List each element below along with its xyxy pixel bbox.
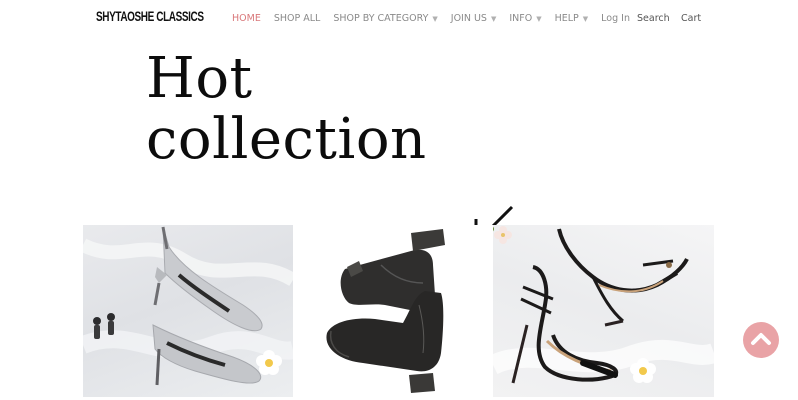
- nav-item-help[interactable]: HELP ▼: [555, 13, 589, 24]
- nav-item-log-in[interactable]: Log In: [601, 13, 630, 24]
- nav-item-label: HOME: [232, 13, 261, 24]
- gallery-image-black-boots[interactable]: [293, 225, 493, 397]
- gallery-image-black-sandals[interactable]: [493, 225, 714, 397]
- hero-title: Hot collection: [146, 48, 427, 170]
- chevron-down-icon: ▼: [536, 14, 542, 23]
- chevron-down-icon: ▼: [432, 14, 438, 23]
- nav-item-join-us[interactable]: JOIN US ▼: [451, 13, 497, 24]
- brand-logo[interactable]: SHYTAOSHE CLASSICS: [96, 10, 204, 25]
- chevron-up-icon: [751, 333, 771, 345]
- nav-item-label: INFO: [509, 13, 533, 24]
- hero-title-line-2: collection: [146, 107, 427, 172]
- chevron-down-icon: ▼: [490, 14, 497, 23]
- nav-item-label: HELP: [554, 13, 579, 24]
- product-gallery: [83, 225, 714, 397]
- top-navigation: SHYTAOSHE CLASSICS HOME SHOP ALL SHOP BY…: [0, 0, 798, 40]
- main-menu: HOME SHOP ALL SHOP BY CATEGORY ▼ JOIN US ▼…: [232, 13, 643, 24]
- black-sandals-illustration: [493, 226, 714, 384]
- nav-item-info[interactable]: INFO ▼: [509, 13, 541, 24]
- gallery-image-silver-pumps[interactable]: [83, 225, 293, 397]
- silver-pumps-illustration: [83, 226, 293, 386]
- nav-item-home[interactable]: HOME: [232, 13, 261, 24]
- nav-item-shop-all[interactable]: SHOP ALL: [274, 13, 320, 24]
- hero-title-line-1: Hot: [146, 46, 253, 111]
- scroll-to-top-button[interactable]: [743, 322, 779, 358]
- nav-item-label: SHOP ALL: [273, 13, 321, 24]
- chevron-down-icon: ▼: [582, 14, 589, 23]
- black-boots-illustration: [326, 229, 445, 393]
- nav-item-label: SHOP BY CATEGORY: [333, 13, 429, 24]
- nav-item-label: JOIN US: [450, 13, 487, 24]
- nav-item-shop-by-category[interactable]: SHOP BY CATEGORY ▼: [333, 13, 437, 24]
- search-link[interactable]: Search: [637, 13, 670, 24]
- cart-link[interactable]: Cart: [681, 13, 701, 24]
- nav-item-label: Log In: [601, 13, 630, 24]
